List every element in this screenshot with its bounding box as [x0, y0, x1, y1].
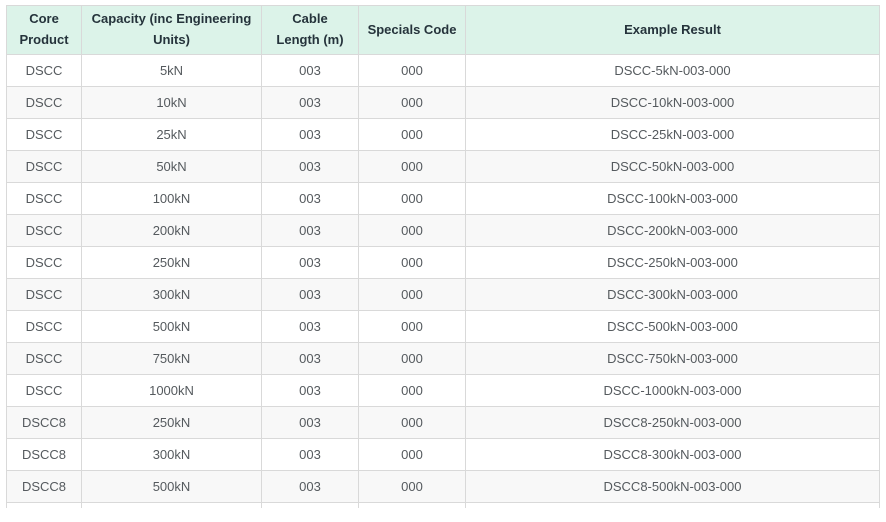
product-code-page: Core Product Capacity (inc Engineering U… [0, 0, 886, 522]
col-header-cable-length: Cable Length (m) [262, 6, 359, 55]
cell-specials-code: 000 [359, 311, 466, 343]
cell-example-result: DSCC8-250kN-003-000 [466, 407, 880, 439]
table-row: DSCC 100kN 003 000 DSCC-100kN-003-000 [7, 183, 880, 215]
cell-cable-length: 003 [262, 183, 359, 215]
cell-capacity: 1000kN [82, 375, 262, 407]
table-row: DSCC 10kN 003 000 DSCC-10kN-003-000 [7, 87, 880, 119]
cell-cable-length: 003 [262, 471, 359, 503]
cell-cable-length: 003 [262, 407, 359, 439]
cell-core-product: DSCC [7, 247, 82, 279]
cell-specials-code: 000 [359, 151, 466, 183]
cell-cable-length: 003 [262, 151, 359, 183]
partial-cell [262, 503, 359, 508]
table-row: DSCC 200kN 003 000 DSCC-200kN-003-000 [7, 215, 880, 247]
cell-specials-code: 000 [359, 471, 466, 503]
cell-cable-length: 003 [262, 343, 359, 375]
cell-capacity: 250kN [82, 247, 262, 279]
cell-core-product: DSCC8 [7, 471, 82, 503]
table-row: DSCC 750kN 003 000 DSCC-750kN-003-000 [7, 343, 880, 375]
cell-example-result: DSCC8-500kN-003-000 [466, 471, 880, 503]
cell-core-product: DSCC [7, 119, 82, 151]
cell-core-product: DSCC [7, 87, 82, 119]
cell-specials-code: 000 [359, 247, 466, 279]
partial-cell [359, 503, 466, 508]
cell-cable-length: 003 [262, 439, 359, 471]
cell-cable-length: 003 [262, 279, 359, 311]
cell-capacity: 5kN [82, 55, 262, 87]
cell-capacity: 300kN [82, 439, 262, 471]
cell-capacity: 500kN [82, 311, 262, 343]
cell-capacity: 200kN [82, 215, 262, 247]
cell-core-product: DSCC [7, 343, 82, 375]
cell-capacity: 300kN [82, 279, 262, 311]
cell-cable-length: 003 [262, 247, 359, 279]
cell-core-product: DSCC [7, 375, 82, 407]
cell-example-result: DSCC-200kN-003-000 [466, 215, 880, 247]
cell-core-product: DSCC [7, 55, 82, 87]
cell-example-result: DSCC-750kN-003-000 [466, 343, 880, 375]
cell-specials-code: 000 [359, 87, 466, 119]
cell-specials-code: 000 [359, 279, 466, 311]
partial-row [7, 503, 880, 508]
cell-specials-code: 000 [359, 119, 466, 151]
cell-specials-code: 000 [359, 343, 466, 375]
table-row: DSCC 25kN 003 000 DSCC-25kN-003-000 [7, 119, 880, 151]
cell-specials-code: 000 [359, 407, 466, 439]
table-row: DSCC 1000kN 003 000 DSCC-1000kN-003-000 [7, 375, 880, 407]
col-header-example-result: Example Result [466, 6, 880, 55]
table-row: DSCC 500kN 003 000 DSCC-500kN-003-000 [7, 311, 880, 343]
cell-cable-length: 003 [262, 87, 359, 119]
partial-cell [466, 503, 880, 508]
cell-core-product: DSCC [7, 311, 82, 343]
partial-cell [7, 503, 82, 508]
header-row: Core Product Capacity (inc Engineering U… [7, 6, 880, 55]
cell-example-result: DSCC-10kN-003-000 [466, 87, 880, 119]
cell-example-result: DSCC-1000kN-003-000 [466, 375, 880, 407]
cell-specials-code: 000 [359, 183, 466, 215]
cell-example-result: DSCC-100kN-003-000 [466, 183, 880, 215]
cell-example-result: DSCC-300kN-003-000 [466, 279, 880, 311]
cell-example-result: DSCC-25kN-003-000 [466, 119, 880, 151]
cell-capacity: 100kN [82, 183, 262, 215]
cell-capacity: 750kN [82, 343, 262, 375]
col-header-specials-code: Specials Code [359, 6, 466, 55]
product-code-table: Core Product Capacity (inc Engineering U… [6, 5, 880, 508]
cell-core-product: DSCC8 [7, 439, 82, 471]
cell-example-result: DSCC-500kN-003-000 [466, 311, 880, 343]
cell-example-result: DSCC8-300kN-003-000 [466, 439, 880, 471]
col-header-core-product: Core Product [7, 6, 82, 55]
cell-capacity: 25kN [82, 119, 262, 151]
cell-capacity: 50kN [82, 151, 262, 183]
cell-cable-length: 003 [262, 55, 359, 87]
cell-capacity: 250kN [82, 407, 262, 439]
cell-capacity: 500kN [82, 471, 262, 503]
cell-core-product: DSCC8 [7, 407, 82, 439]
table-row: DSCC8 250kN 003 000 DSCC8-250kN-003-000 [7, 407, 880, 439]
cell-specials-code: 000 [359, 375, 466, 407]
cell-core-product: DSCC [7, 151, 82, 183]
table-row: DSCC8 500kN 003 000 DSCC8-500kN-003-000 [7, 471, 880, 503]
partial-cell [82, 503, 262, 508]
cell-core-product: DSCC [7, 279, 82, 311]
table-row: DSCC8 300kN 003 000 DSCC8-300kN-003-000 [7, 439, 880, 471]
cell-core-product: DSCC [7, 183, 82, 215]
cell-cable-length: 003 [262, 375, 359, 407]
table-row: DSCC 300kN 003 000 DSCC-300kN-003-000 [7, 279, 880, 311]
table-row: DSCC 50kN 003 000 DSCC-50kN-003-000 [7, 151, 880, 183]
table-row: DSCC 5kN 003 000 DSCC-5kN-003-000 [7, 55, 880, 87]
cell-example-result: DSCC-250kN-003-000 [466, 247, 880, 279]
cell-specials-code: 000 [359, 55, 466, 87]
cell-example-result: DSCC-50kN-003-000 [466, 151, 880, 183]
cell-cable-length: 003 [262, 311, 359, 343]
cell-cable-length: 003 [262, 215, 359, 247]
table-row: DSCC 250kN 003 000 DSCC-250kN-003-000 [7, 247, 880, 279]
cell-example-result: DSCC-5kN-003-000 [466, 55, 880, 87]
cell-specials-code: 000 [359, 439, 466, 471]
cell-capacity: 10kN [82, 87, 262, 119]
col-header-capacity: Capacity (inc Engineering Units) [82, 6, 262, 55]
cell-cable-length: 003 [262, 119, 359, 151]
cell-specials-code: 000 [359, 215, 466, 247]
cell-core-product: DSCC [7, 215, 82, 247]
